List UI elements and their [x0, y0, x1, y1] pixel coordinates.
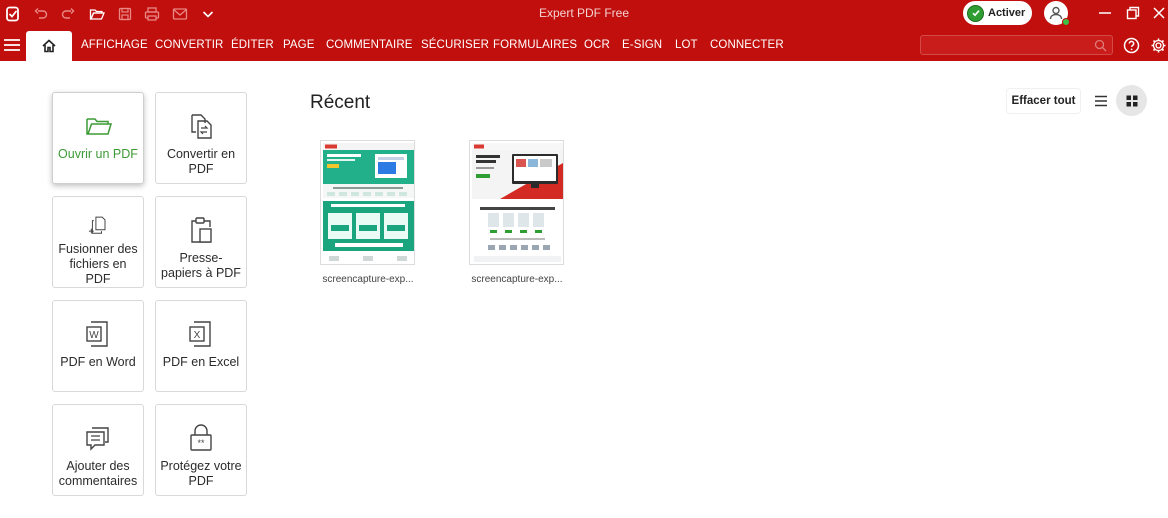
tool-label: PDF en Excel	[162, 355, 240, 369]
folder-open-icon	[86, 118, 113, 135]
merge-pdf-card[interactable]: Fusionner des fichiers en PDF	[52, 196, 144, 288]
help-icon[interactable]	[1123, 37, 1140, 54]
excel-icon: X	[189, 321, 211, 347]
convert-icon	[191, 114, 212, 139]
comment-icon	[86, 427, 109, 451]
expert-pdf-window: Expert PDF Free Activer AFFICHAGE CONVER…	[0, 0, 1168, 518]
menu-lot[interactable]: LOT	[675, 39, 698, 51]
restore-icon[interactable]	[1124, 4, 1142, 22]
search-input[interactable]	[925, 37, 1085, 53]
recent-title: Récent	[310, 92, 371, 113]
online-status-dot	[1062, 18, 1070, 26]
clear-all-button[interactable]: Effacer tout	[1007, 89, 1080, 113]
clipboard-icon	[191, 217, 212, 243]
tool-label: Convertir en PDF	[166, 147, 236, 176]
merge-icon	[88, 216, 106, 234]
menu-affichage[interactable]: AFFICHAGE	[81, 39, 148, 51]
protect-pdf-card[interactable]: ** Protégez votre PDF	[155, 404, 247, 496]
pdf-to-word-card[interactable]: W PDF en Word	[52, 300, 144, 392]
menu-bar: AFFICHAGE CONVERTIR ÉDITER PAGE COMMENTA…	[0, 30, 1168, 61]
search-box[interactable]	[920, 35, 1113, 55]
document-preview-image	[321, 141, 414, 264]
svg-text:X: X	[194, 330, 201, 341]
tool-label: PDF en Word	[60, 355, 136, 369]
open-pdf-card[interactable]: Ouvrir un PDF	[52, 92, 144, 184]
svg-text:W: W	[89, 330, 99, 341]
menu-page[interactable]: PAGE	[283, 39, 315, 51]
menu-convertir[interactable]: CONVERTIR	[155, 39, 223, 51]
lock-icon: **	[190, 424, 212, 451]
clipboard-to-pdf-card[interactable]: Presse-papiers à PDF	[155, 196, 247, 288]
menu-securiser[interactable]: SÉCURISER	[421, 39, 489, 51]
activate-button[interactable]: Activer	[963, 1, 1032, 25]
menu-connecter[interactable]: CONNECTER	[710, 39, 784, 51]
menu-formulaires[interactable]: FORMULAIRES	[493, 39, 577, 51]
svg-text:**: **	[197, 438, 205, 448]
tool-label: Presse-papiers à PDF	[161, 251, 241, 280]
title-bar: Expert PDF Free Activer	[0, 0, 1168, 30]
word-icon: W	[86, 321, 108, 347]
tool-label: Ajouter des commentaires	[58, 459, 138, 488]
tool-label: Ouvrir un PDF	[58, 147, 138, 161]
hamburger-menu-icon[interactable]	[3, 37, 21, 53]
recent-file-thumbnail[interactable]	[469, 140, 564, 265]
menu-editer[interactable]: ÉDITER	[231, 39, 274, 51]
home-tab[interactable]	[26, 31, 72, 61]
tool-label: Protégez votre PDF	[160, 459, 242, 488]
tool-label: Fusionner des fichiers en PDF	[58, 242, 138, 286]
close-icon[interactable]	[1150, 4, 1168, 22]
search-icon[interactable]	[1094, 39, 1107, 52]
recent-file-name[interactable]: screencapture-exp...	[313, 274, 423, 285]
gear-icon[interactable]	[1150, 37, 1167, 54]
convert-to-pdf-card[interactable]: Convertir en PDF	[155, 92, 247, 184]
pdf-to-excel-card[interactable]: X PDF en Excel	[155, 300, 247, 392]
user-avatar-icon[interactable]	[1044, 1, 1070, 26]
menu-e-sign[interactable]: E-SIGN	[622, 39, 662, 51]
recent-file-thumbnail[interactable]	[320, 140, 415, 265]
activate-label: Activer	[988, 7, 1026, 19]
document-preview-image	[470, 141, 563, 264]
menu-commentaire[interactable]: COMMENTAIRE	[326, 39, 413, 51]
recent-file-name[interactable]: screencapture-exp...	[462, 274, 572, 285]
grid-view-button[interactable]	[1116, 85, 1147, 116]
checkmark-icon	[967, 4, 984, 22]
list-view-icon[interactable]	[1092, 92, 1110, 110]
menu-ocr[interactable]: OCR	[584, 39, 610, 51]
home-icon	[42, 39, 56, 53]
add-comments-card[interactable]: Ajouter des commentaires	[52, 404, 144, 496]
grid-view-icon	[1126, 95, 1137, 106]
minimize-icon[interactable]	[1096, 4, 1114, 22]
